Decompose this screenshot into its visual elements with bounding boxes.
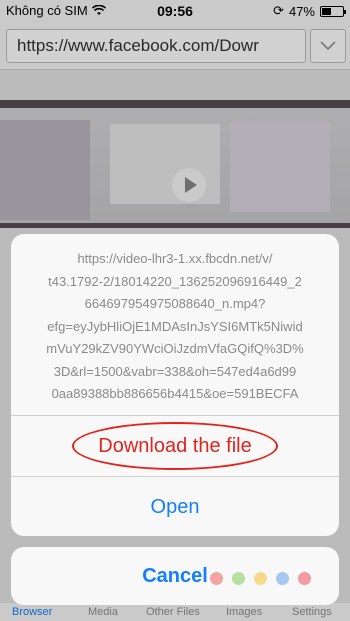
url-line: 664697954975088640_n.mp4? xyxy=(84,296,266,311)
watermark-dot xyxy=(254,572,267,585)
url-line: mVuY29kZV90YWciOiJzdmVfaGQifQ%3D% xyxy=(46,341,304,356)
download-file-label: Download the file xyxy=(98,434,252,457)
url-line: https://video-lhr3-1.xx.fbcdn.net/v/ xyxy=(77,251,273,266)
url-line: t43.1792-2/18014220_136252096916449_2 xyxy=(48,273,302,289)
watermark-dot xyxy=(298,572,311,585)
url-line: 3D&rl=1500&vabr=338&oh=547ed4a6d99 xyxy=(53,363,297,379)
watermark-dots xyxy=(210,572,311,585)
watermark-dot xyxy=(232,572,245,585)
watermark-dot xyxy=(276,572,289,585)
url-line: 0aa89388bb886656b4415&oe=591BECFA xyxy=(51,386,299,401)
video-url-text: https://video-lhr3-1.xx.fbcdn.net/v/ t43… xyxy=(11,248,339,406)
watermark-dot xyxy=(210,572,223,585)
download-file-button[interactable]: Download the file xyxy=(11,416,339,476)
open-button[interactable]: Open xyxy=(11,477,339,536)
url-line: efg=eyJybHliOjE1MDAsInJsYSI6MTk5Niwid xyxy=(47,318,303,334)
action-sheet: https://video-lhr3-1.xx.fbcdn.net/v/ t43… xyxy=(11,234,339,536)
